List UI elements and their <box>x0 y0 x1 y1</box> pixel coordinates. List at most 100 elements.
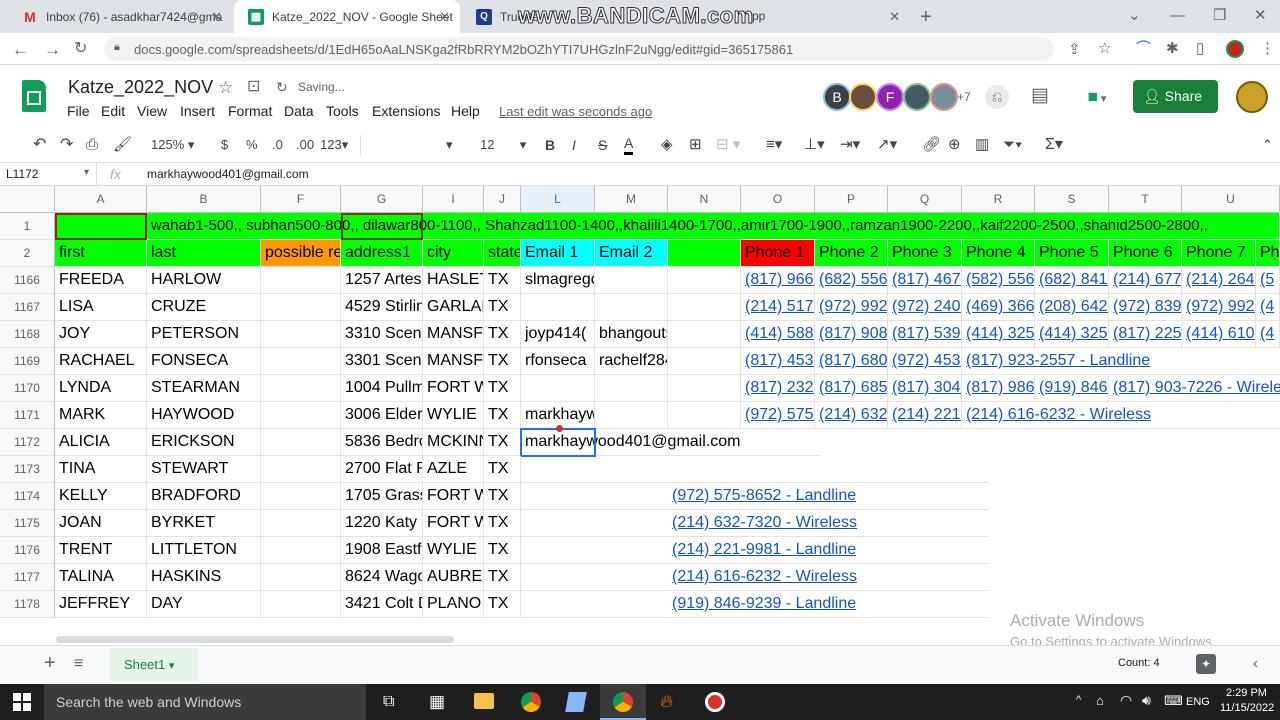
cell-possible[interactable] <box>261 456 341 483</box>
cell-email2[interactable]: bhangouts@eartl <box>595 321 668 348</box>
column-header-j[interactable]: J <box>484 186 521 213</box>
cell-n2[interactable] <box>668 240 741 267</box>
cell-address[interactable]: 1705 Grass <box>341 483 423 510</box>
cell-phone[interactable]: (817) 966- <box>741 267 815 294</box>
menu-view[interactable]: View <box>137 103 167 119</box>
side-panel-toggle-icon[interactable]: ‹ <box>1253 655 1258 672</box>
cell-address[interactable]: 5836 Bedro <box>341 429 423 456</box>
cell-n[interactable] <box>668 402 741 429</box>
record-icon[interactable] <box>705 692 725 712</box>
more-collaborators[interactable]: +7 <box>957 83 983 111</box>
cell-address[interactable]: 3301 Sceni <box>341 348 423 375</box>
cell-a2[interactable]: first <box>55 240 147 267</box>
cell-phone[interactable]: (414) 588- <box>741 321 815 348</box>
back-icon[interactable]: ← <box>12 41 29 58</box>
cell-last[interactable]: HAYWOOD <box>147 402 261 429</box>
cell-possible[interactable] <box>261 402 341 429</box>
comments-icon[interactable]: ▤ <box>1031 86 1049 105</box>
cell-address[interactable]: 1004 Pullm <box>341 375 423 402</box>
cell-phone[interactable]: (817) 225- <box>1109 321 1182 348</box>
cell-phone[interactable]: (682) 556- <box>815 267 888 294</box>
cell-last[interactable]: ERICKSON <box>147 429 261 456</box>
column-header-n[interactable]: N <box>668 186 741 213</box>
menu-tools[interactable]: Tools <box>326 103 359 119</box>
cell-first[interactable]: JEFFREY <box>55 591 147 618</box>
cell-n[interactable] <box>668 267 741 294</box>
cell-state[interactable]: TX <box>484 402 521 429</box>
cell-address[interactable]: 2700 Flat R <box>341 456 423 483</box>
strikethrough-button[interactable]: S <box>598 135 607 155</box>
merge-cells-icon[interactable]: ⊟ ▾ <box>716 135 740 155</box>
cell-possible[interactable] <box>261 483 341 510</box>
cell-phone-link[interactable]: (214) 632-7320 - Wireless <box>668 510 988 537</box>
name-box[interactable]: L1172 ▾ <box>0 163 97 186</box>
chrome-active-icon[interactable] <box>600 684 646 720</box>
cell-phone[interactable]: (817) 232- <box>741 375 815 402</box>
close-icon[interactable]: ✕ <box>889 9 900 25</box>
cell-last[interactable]: PETERSON <box>147 321 261 348</box>
cell-n[interactable] <box>668 348 741 375</box>
cell-phone[interactable]: (414) 610- <box>1182 321 1256 348</box>
cell-last[interactable]: LITTLETON <box>147 537 261 564</box>
column-header-q[interactable]: Q <box>888 186 962 213</box>
cell-email2[interactable] <box>595 294 668 321</box>
calculator-icon[interactable]: ▦ <box>429 692 445 712</box>
menu-file[interactable]: File <box>67 103 90 119</box>
sidebar-icon[interactable]: ▯ <box>1196 41 1204 56</box>
vertical-align-icon[interactable]: ⊥▾ <box>804 135 825 155</box>
collaborator-avatar[interactable]: F <box>876 83 904 111</box>
cell-last[interactable]: HASKINS <box>147 564 261 591</box>
cell-possible[interactable] <box>261 429 341 456</box>
star-icon[interactable]: ☆ <box>218 79 233 96</box>
column-header-p[interactable]: P <box>815 186 888 213</box>
cell-state[interactable]: TX <box>484 348 521 375</box>
all-sheets-icon[interactable]: ≡ <box>74 655 83 673</box>
cell-email2[interactable] <box>595 267 668 294</box>
cell-n[interactable] <box>668 321 741 348</box>
cell-address[interactable]: 1908 Eastf <box>341 537 423 564</box>
cell-first[interactable]: JOY <box>55 321 147 348</box>
row-header[interactable]: 1171 <box>0 402 55 429</box>
insert-comment-icon[interactable]: ⊕ <box>948 135 961 155</box>
cell-phone[interactable]: (817) 467- <box>888 267 962 294</box>
cell-phone[interactable]: (817) 539- <box>888 321 962 348</box>
cell-email1[interactable] <box>521 294 595 321</box>
decrease-decimal-button[interactable]: .0 <box>272 135 283 155</box>
cell-email1[interactable] <box>521 483 668 510</box>
cell-address[interactable]: 3310 Sceni <box>341 321 423 348</box>
cell-phone[interactable]: (817) 908- <box>815 321 888 348</box>
cell-city[interactable]: WYLIE <box>423 402 484 429</box>
cell-city[interactable]: GARLAI <box>423 294 484 321</box>
cell-phone-header[interactable]: Phone 6 <box>1109 240 1182 267</box>
cell-n[interactable] <box>668 294 741 321</box>
cell-city[interactable]: MANSF <box>423 348 484 375</box>
share-button[interactable]: 👤︎ Share <box>1133 80 1218 113</box>
cell-email2[interactable]: rachelf2846@cha <box>595 348 668 375</box>
collaborator-avatar[interactable] <box>930 83 958 111</box>
cell-email1[interactable] <box>521 375 595 402</box>
cell-j2[interactable]: state <box>484 240 521 267</box>
column-header-s[interactable]: S <box>1035 186 1109 213</box>
cell-last[interactable]: BRADFORD <box>147 483 261 510</box>
cell-address[interactable]: 1257 Artesi <box>341 267 423 294</box>
cell-phone-header[interactable]: Ph <box>1256 240 1280 267</box>
cell-last[interactable]: HARLOW <box>147 267 261 294</box>
cell-phone-header[interactable]: Phone 2 <box>815 240 888 267</box>
collaborator-avatar[interactable] <box>849 83 877 111</box>
cell-phone[interactable]: (4 <box>1256 294 1280 321</box>
cell-state[interactable]: TX <box>484 591 521 618</box>
collaborator-avatar[interactable] <box>903 83 931 111</box>
font-size-select[interactable]: 12 ▾ <box>480 135 526 155</box>
extension-icon[interactable]: ⌒ <box>1136 41 1151 56</box>
currency-button[interactable]: $ <box>221 135 228 155</box>
cell-phone[interactable]: (919) 846- <box>1035 375 1109 402</box>
row-header[interactable]: 1176 <box>0 537 55 564</box>
cell-last[interactable]: STEARMAN <box>147 375 261 402</box>
row-header[interactable]: 1166 <box>0 267 55 294</box>
cell-email1[interactable] <box>521 456 668 483</box>
wifi-icon[interactable]: ◠ <box>1120 692 1132 709</box>
history-icon[interactable]: ⎌ <box>985 85 1009 109</box>
cell-phone[interactable]: (582) 556- <box>962 267 1035 294</box>
cell-state[interactable]: TX <box>484 456 521 483</box>
cell-phone[interactable]: (972) 992- <box>1182 294 1256 321</box>
